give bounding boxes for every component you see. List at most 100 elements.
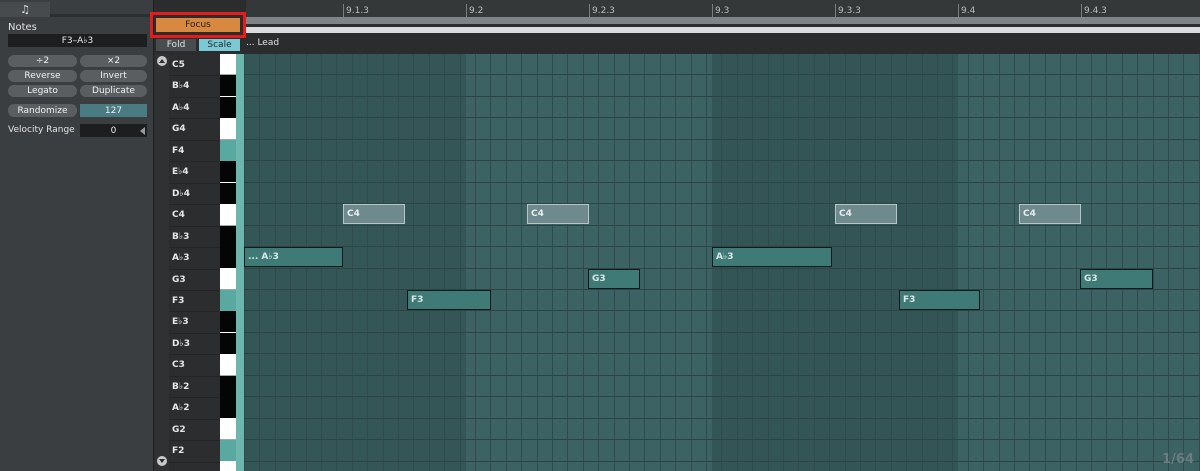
ruler-label: 9.2.3 xyxy=(592,6,615,16)
pitch-label: B♭4 xyxy=(172,81,190,92)
midi-note[interactable]: ... A♭3 xyxy=(244,247,343,267)
pitch-label: B♭3 xyxy=(172,231,190,242)
pitch-label: C3 xyxy=(172,360,185,371)
row-line xyxy=(244,160,1200,161)
ruler-tick xyxy=(835,4,836,18)
notes-label: Notes xyxy=(8,22,37,33)
row-divider xyxy=(169,247,220,249)
piano-keyboard[interactable] xyxy=(220,54,236,471)
notes-tab[interactable]: ♫ xyxy=(0,2,50,17)
row-line xyxy=(244,268,1200,269)
halve-button[interactable]: ÷2 xyxy=(8,55,77,67)
row-divider xyxy=(169,268,220,270)
pitch-label: F2 xyxy=(172,446,185,457)
row-divider xyxy=(169,397,220,399)
scroll-down-icon[interactable] xyxy=(157,456,167,466)
row-line xyxy=(244,289,1200,290)
row-divider xyxy=(169,161,220,163)
midi-note[interactable]: G3 xyxy=(1080,269,1153,289)
root-key[interactable] xyxy=(220,139,236,161)
root-key[interactable] xyxy=(220,440,236,462)
ruler-label: 9.1.3 xyxy=(346,6,369,16)
ruler-label: 9.3.3 xyxy=(838,6,861,16)
row-line xyxy=(244,418,1200,419)
midi-note[interactable]: G3 xyxy=(588,269,640,289)
pitch-label: A♭3 xyxy=(172,253,190,264)
row-divider xyxy=(169,332,220,334)
pitch-label: F3 xyxy=(172,295,185,306)
row-divider xyxy=(169,375,220,377)
row-divider xyxy=(169,225,220,227)
black-key[interactable] xyxy=(220,182,236,204)
invert-button[interactable]: Invert xyxy=(80,70,147,82)
focus-highlight-box xyxy=(150,12,246,38)
reverse-button[interactable]: Reverse xyxy=(8,70,77,82)
midi-note[interactable]: C4 xyxy=(835,204,897,224)
black-key[interactable] xyxy=(220,311,236,333)
row-line xyxy=(244,117,1200,118)
black-key[interactable] xyxy=(220,161,236,183)
scale-button[interactable]: Scale xyxy=(199,39,240,51)
row-divider xyxy=(169,354,220,356)
row-line xyxy=(244,96,1200,97)
ruler-tick xyxy=(343,4,344,18)
note-grid[interactable]: ... A♭3 C4 F3 C4 G3 A♭3 C4 F3 C4 G3 1/64 xyxy=(244,54,1200,471)
row-line xyxy=(244,139,1200,140)
row-line xyxy=(244,182,1200,183)
midi-note[interactable]: C4 xyxy=(1019,204,1081,224)
black-key[interactable] xyxy=(220,96,236,118)
ruler-tick xyxy=(712,4,713,18)
legato-button[interactable]: Legato xyxy=(8,85,77,97)
scroll-up-icon[interactable] xyxy=(157,56,167,66)
scale-indicator-strip xyxy=(236,54,244,471)
loop-brace[interactable] xyxy=(246,17,1200,24)
row-divider xyxy=(169,461,220,463)
key-scroll-gutter xyxy=(155,54,169,471)
midi-note[interactable]: C4 xyxy=(343,204,405,224)
black-key[interactable] xyxy=(220,332,236,354)
black-key[interactable] xyxy=(220,375,236,397)
row-line xyxy=(244,353,1200,354)
root-key[interactable] xyxy=(220,289,236,311)
fold-button[interactable]: Fold xyxy=(156,39,196,51)
triangle-left-icon xyxy=(140,127,145,135)
duplicate-button[interactable]: Duplicate xyxy=(80,85,147,97)
playback-region-bar[interactable] xyxy=(246,27,1200,33)
ruler-tick xyxy=(958,4,959,18)
pitch-label: E♭4 xyxy=(172,167,189,178)
pitch-label: B♭2 xyxy=(172,381,190,392)
row-line xyxy=(244,439,1200,440)
ruler-tick xyxy=(589,4,590,18)
row-line xyxy=(244,396,1200,397)
randomize-button[interactable]: Randomize xyxy=(8,104,77,117)
row-line xyxy=(244,310,1200,311)
black-key[interactable] xyxy=(220,75,236,97)
pitch-label: C5 xyxy=(172,60,185,70)
row-line xyxy=(244,74,1200,75)
black-key[interactable] xyxy=(220,247,236,269)
pitch-label: E♭3 xyxy=(172,317,189,328)
pitch-label: F4 xyxy=(172,145,185,156)
midi-note[interactable]: F3 xyxy=(899,290,980,310)
velocity-range-field[interactable]: 0 xyxy=(80,124,147,137)
velocity-range-label: Velocity Range xyxy=(8,125,75,135)
midi-note[interactable]: F3 xyxy=(407,290,491,310)
ruler-label: 9.3 xyxy=(715,6,730,16)
row-line xyxy=(244,225,1200,226)
music-note-icon: ♫ xyxy=(20,3,30,16)
black-key[interactable] xyxy=(220,397,236,419)
double-button[interactable]: ×2 xyxy=(80,55,147,67)
pitch-label: G2 xyxy=(172,424,186,435)
clip-detail-panel: ♫ Notes F3–A♭3 ÷2 ×2 Reverse Invert Lega… xyxy=(0,0,154,471)
row-divider xyxy=(169,75,220,77)
midi-note[interactable]: C4 xyxy=(527,204,589,224)
pitch-label: C4 xyxy=(172,210,185,221)
row-divider xyxy=(169,96,220,98)
randomize-amount-field[interactable]: 127 xyxy=(80,104,147,117)
black-key[interactable] xyxy=(220,225,236,247)
pitch-label: G4 xyxy=(172,124,186,135)
time-ruler[interactable]: 9.1.3 9.2 9.2.3 9.3 9.3.3 9.4 9.4.3 xyxy=(246,0,1200,18)
pitch-label: D♭3 xyxy=(172,338,190,349)
midi-note[interactable]: A♭3 xyxy=(712,247,832,267)
note-range-field[interactable]: F3–A♭3 xyxy=(8,34,147,47)
